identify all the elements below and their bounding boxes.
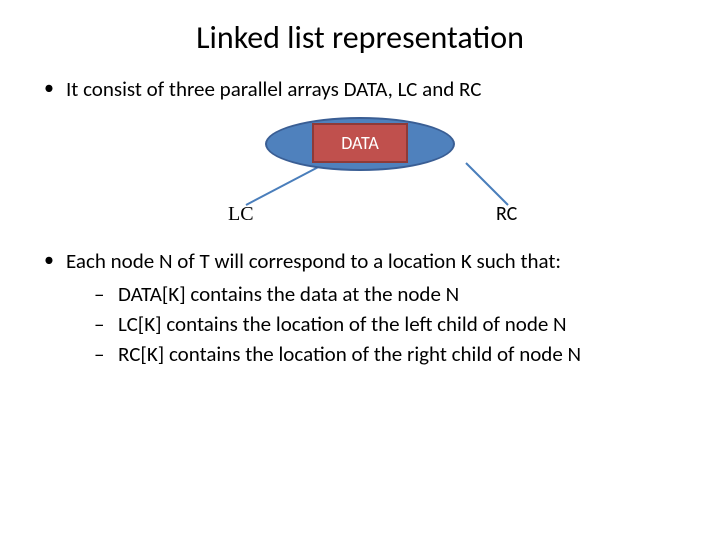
sub-lc-k: LC[K] contains the location of the left … xyxy=(94,310,684,338)
sub-data-k: DATA[K] contains the data at the node N xyxy=(94,280,684,308)
bullet-node-correspondence: Each node N of T will correspond to a lo… xyxy=(44,247,684,368)
bullet-arrays: It consist of three parallel arrays DATA… xyxy=(44,75,684,103)
data-box: DATA xyxy=(312,123,408,163)
slide-body: It consist of three parallel arrays DATA… xyxy=(36,75,684,369)
sub-rc-k: RC[K] contains the location of the right… xyxy=(94,340,684,368)
bullet-node-text: Each node N of T will correspond to a lo… xyxy=(66,248,561,274)
slide-title: Linked list representation xyxy=(36,18,684,57)
lc-label: LC xyxy=(228,201,254,228)
rc-label: RC xyxy=(496,201,517,228)
node-diagram: DATA LC RC xyxy=(36,113,684,233)
